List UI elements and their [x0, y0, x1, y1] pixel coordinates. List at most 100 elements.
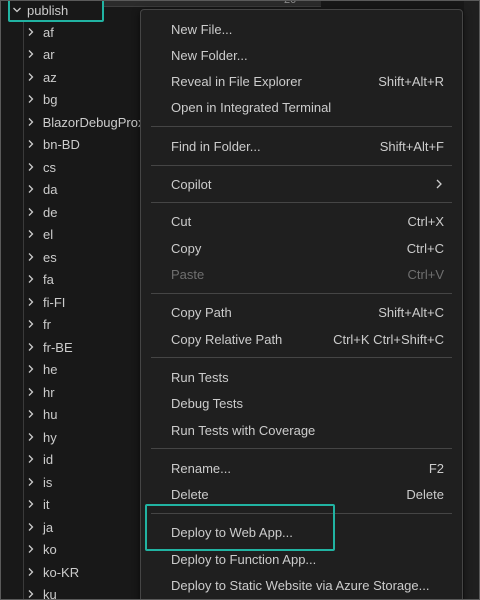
tree-item[interactable]: is [1, 471, 151, 493]
shortcut-label: Ctrl+K Ctrl+Shift+C [333, 331, 444, 347]
chevron-right-icon [25, 453, 37, 465]
tree-item[interactable]: ja [1, 516, 151, 538]
menu-item-deploy-to-static-website[interactable]: Deploy to Static Website via Azure Stora… [147, 572, 456, 598]
menu-separator [151, 513, 452, 514]
tree-item[interactable]: az [1, 66, 151, 88]
chevron-right-icon [25, 26, 37, 38]
tree-item[interactable]: es [1, 246, 151, 268]
menu-item-open-in-terminal[interactable]: Open in Integrated Terminal [147, 94, 456, 120]
chevron-right-icon [25, 408, 37, 420]
menu-item-copilot[interactable]: Copilot [147, 171, 456, 197]
menu-item-reveal-in-file-explorer[interactable]: Reveal in File Explorer Shift+Alt+R [147, 68, 456, 94]
menu-item-label: Rename... [171, 460, 231, 476]
menu-item-label: Reveal in File Explorer [171, 73, 302, 89]
tree-item[interactable]: ko-KR [1, 561, 151, 583]
tree-item-label: az [43, 69, 57, 85]
tree-item-label: publish [27, 2, 69, 18]
tree-item[interactable]: id [1, 448, 151, 470]
chevron-right-icon [25, 138, 37, 150]
menu-separator [151, 202, 452, 203]
menu-item-new-folder[interactable]: New Folder... [147, 42, 456, 68]
chevron-right-icon [25, 93, 37, 105]
tree-item[interactable]: he [1, 358, 151, 380]
chevron-right-icon [25, 521, 37, 533]
menu-item-new-file[interactable]: New File... [147, 16, 456, 42]
menu-item-delete[interactable]: Delete Delete [147, 481, 456, 507]
chevron-right-icon [25, 71, 37, 83]
tree-item[interactable]: BlazorDebugProxy [1, 111, 151, 133]
tree-item-label: BlazorDebugProxy [42, 114, 151, 130]
tree-item[interactable]: fi-FI [1, 291, 151, 313]
shortcut-label: Ctrl+V [407, 266, 444, 282]
menu-item-run-tests-with-coverage[interactable]: Run Tests with Coverage [147, 417, 456, 443]
menu-item-find-in-folder[interactable]: Find in Folder... Shift+Alt+F [147, 133, 456, 159]
tree-item[interactable]: bg [1, 88, 151, 110]
tree-item[interactable]: fa [1, 268, 151, 290]
chevron-right-icon [25, 498, 37, 510]
tree-item-label: cs [43, 159, 56, 175]
tree-item-label: es [43, 249, 57, 265]
tree-item[interactable]: fr [1, 313, 151, 335]
menu-item-copy-relative-path[interactable]: Copy Relative Path Ctrl+K Ctrl+Shift+C [147, 326, 456, 352]
tree-item-publish[interactable]: publish [9, 0, 103, 20]
menu-item-label: Deploy to Static Website via Azure Stora… [171, 577, 430, 593]
tree-item[interactable]: ku [1, 583, 151, 600]
chevron-right-icon [25, 431, 37, 443]
tree-item[interactable]: hy [1, 426, 151, 448]
shortcut-label: Shift+Alt+C [378, 304, 444, 320]
menu-item-run-tests[interactable]: Run Tests [147, 364, 456, 390]
tree-item-label: da [43, 181, 58, 197]
tree-item[interactable]: ar [1, 43, 151, 65]
shortcut-label: Ctrl+X [407, 213, 444, 229]
tree-item-label: el [43, 226, 54, 242]
tree-item[interactable]: el [1, 223, 151, 245]
menu-separator [151, 165, 452, 166]
shortcut-label: Shift+Alt+F [379, 138, 444, 154]
tree-item-label: hr [43, 384, 55, 400]
tree-item[interactable]: ko [1, 538, 151, 560]
menu-item-deploy-to-function-app[interactable]: Deploy to Function App... [147, 546, 456, 572]
tree-item[interactable]: fr-BE [1, 336, 151, 358]
menu-separator [151, 293, 452, 294]
menu-item-label: Copy Path [171, 304, 232, 320]
chevron-right-icon [25, 183, 37, 195]
menu-item-paste[interactable]: Paste Ctrl+V [147, 261, 456, 287]
tree-item[interactable]: hr [1, 381, 151, 403]
tree-item[interactable]: it [1, 493, 151, 515]
tree-item[interactable]: af [1, 21, 151, 43]
tree-item[interactable]: bn-BD [1, 133, 151, 155]
menu-item-copy-path[interactable]: Copy Path Shift+Alt+C [147, 299, 456, 325]
chevron-right-icon [25, 318, 37, 330]
tree-item-label: fi-FI [43, 294, 66, 310]
menu-item-label: Deploy to Web App... [171, 524, 293, 540]
menu-item-label: Delete [171, 486, 209, 502]
tree-item-label: hu [43, 406, 58, 422]
tree-item[interactable]: cs [1, 156, 151, 178]
scrollbar-track[interactable] [464, 0, 479, 600]
chevron-right-icon [25, 48, 37, 60]
menu-item-label: Debug Tests [171, 395, 244, 411]
chevron-right-icon [25, 161, 37, 173]
menu-item-cut[interactable]: Cut Ctrl+X [147, 208, 456, 234]
tree-item-label: bn-BD [43, 136, 80, 152]
tree-item[interactable]: de [1, 201, 151, 223]
menu-item-label: New File... [171, 21, 233, 37]
tree-item-label: is [43, 474, 53, 490]
chevron-right-icon [25, 296, 37, 308]
chevron-right-icon [25, 588, 37, 600]
tree-item-label: fr [43, 316, 51, 332]
menu-item-debug-tests[interactable]: Debug Tests [147, 390, 456, 416]
tree-item[interactable]: hu [1, 403, 151, 425]
menu-item-copy[interactable]: Copy Ctrl+C [147, 235, 456, 261]
tree-item[interactable]: da [1, 178, 151, 200]
tree-item-label: fa [43, 271, 54, 287]
menu-item-rename[interactable]: Rename... F2 [147, 455, 456, 481]
tree-item-label: de [43, 204, 58, 220]
menu-item-label: Cut [171, 213, 192, 229]
chevron-right-icon [25, 341, 37, 353]
tree-item-label: af [43, 24, 54, 40]
line-number: 20 [284, 0, 297, 6]
menu-item-label: New Folder... [171, 47, 248, 63]
menu-item-deploy-to-web-app[interactable]: Deploy to Web App... [147, 519, 456, 545]
menu-separator [151, 357, 452, 358]
